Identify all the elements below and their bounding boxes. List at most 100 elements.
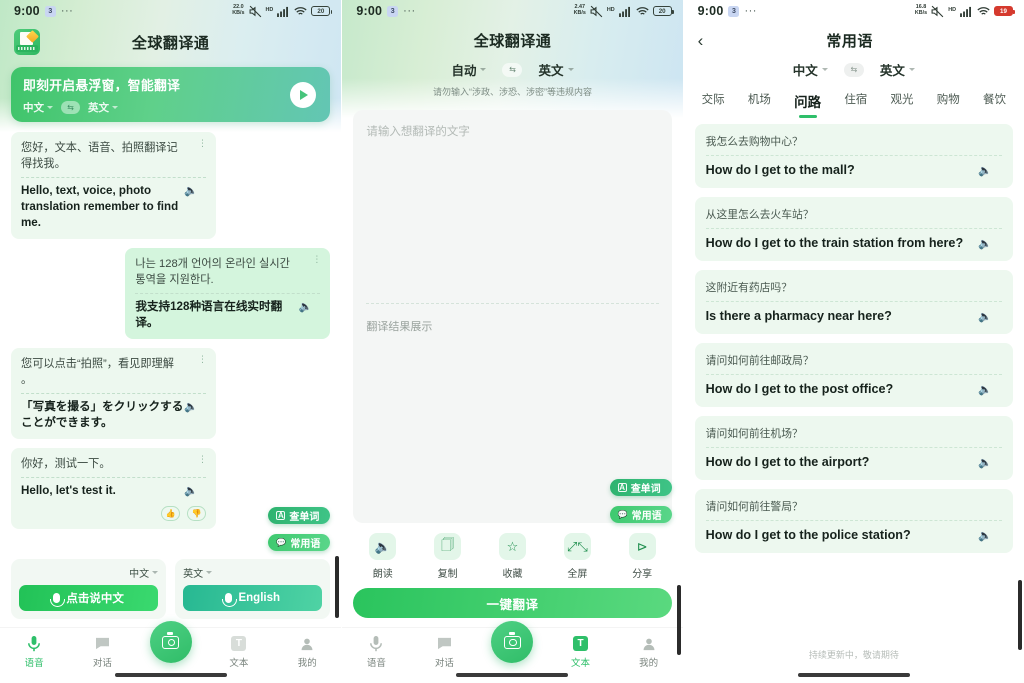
chat-bubble[interactable]: 나는 128개 언어의 온라인 실시간 통역을 지원한다. ⋮ 我支持128种语…: [125, 248, 331, 339]
thumbs-down-icon[interactable]: 👎: [187, 506, 206, 521]
source-lang-select[interactable]: 中文: [793, 60, 828, 79]
action-read-aloud[interactable]: 🔈 朗读: [350, 533, 415, 580]
tab-category-dining[interactable]: 餐饮: [983, 91, 1006, 118]
speaker-icon[interactable]: 🔈: [978, 237, 992, 250]
lookup-word-chip[interactable]: A 查单词: [268, 507, 331, 524]
thumbs-up-icon[interactable]: 👍: [161, 506, 180, 521]
translate-input[interactable]: 请输入想翻译的文字: [366, 123, 658, 139]
banner-target-lang-select[interactable]: 英文: [88, 100, 118, 115]
tab-category-directions[interactable]: 问路: [794, 91, 821, 118]
chevron-down-icon: [206, 571, 213, 574]
chat-bubble[interactable]: 您可以点击“拍照”，看见即理解 。 ⋮ 「写真を撮る」をクリックすることができま…: [11, 348, 216, 439]
speaker-icon[interactable]: 🔈: [978, 310, 992, 323]
list-footer-note: 持续更新中，敬请期待: [808, 650, 899, 660]
swap-icon[interactable]: ⇆: [843, 62, 864, 77]
dictionary-icon: A: [617, 482, 627, 492]
speaker-icon[interactable]: 🔈: [184, 184, 198, 197]
source-lang-select[interactable]: 自动: [451, 60, 487, 79]
speaker-icon[interactable]: 🔈: [184, 400, 198, 413]
phrasebook-chip[interactable]: 💬 常用语: [268, 534, 331, 551]
translate-button[interactable]: 一键翻译: [353, 588, 672, 618]
scrollbar[interactable]: [676, 585, 681, 655]
tab-dialogue[interactable]: 对话: [68, 635, 136, 669]
more-options-icon[interactable]: ⋮: [198, 139, 207, 148]
action-fullscreen[interactable]: ⤢⤡ 全屏: [545, 533, 610, 580]
tab-voice[interactable]: 语音: [342, 635, 410, 669]
speaker-icon[interactable]: 🔈: [978, 383, 992, 396]
network-speed-indicator: 16.8 KB/s: [914, 4, 928, 16]
phrase-list: 我怎么去购物中心？ How do I get to the mall? 🔈 从这…: [684, 118, 1024, 643]
list-item[interactable]: 从这里怎么去火车站？ How do I get to the train sta…: [694, 197, 1013, 261]
phrase-divider: [705, 155, 1002, 156]
speaker-icon[interactable]: 🔈: [184, 484, 198, 497]
status-more-dots-icon: ···: [744, 5, 757, 17]
more-options-icon[interactable]: ⋮: [198, 455, 207, 464]
tab-category-social[interactable]: 交际: [702, 91, 725, 118]
speak-source-lang-select[interactable]: 中文: [19, 565, 159, 580]
swap-icon[interactable]: ⇆: [502, 62, 523, 77]
speak-chinese-label: 点击说中文: [66, 593, 124, 605]
speak-chinese-button[interactable]: 点击说中文: [19, 585, 159, 611]
wifi-icon: [294, 6, 307, 17]
tab-category-shopping[interactable]: 购物: [937, 91, 960, 118]
status-left: 9:00 3 ···: [698, 4, 757, 18]
bubble-translated-text: 「写真を撮る」をクリックすることができます。: [21, 400, 184, 429]
scrollbar[interactable]: [1017, 580, 1022, 650]
speak-english-button[interactable]: English: [183, 585, 323, 611]
list-item[interactable]: 这附近有药店吗？ Is there a pharmacy near here? …: [694, 270, 1013, 334]
list-item[interactable]: 请问如何前往警局？ How do I get to the police sta…: [694, 489, 1013, 553]
camera-fab-button[interactable]: [149, 621, 192, 663]
phrase-divider: [705, 374, 1002, 375]
tab-text[interactable]: T 文本: [205, 635, 273, 669]
language-selector-row: 中文 ⇆ 英文: [684, 60, 1024, 79]
phrasebook-chip[interactable]: 💬 常用语: [609, 506, 672, 523]
share-icon: ⊳: [628, 533, 656, 560]
target-lang-select[interactable]: 英文: [880, 60, 915, 79]
speaker-icon[interactable]: 🔈: [978, 456, 992, 469]
speak-target-lang-select[interactable]: 英文: [183, 565, 322, 580]
more-options-icon[interactable]: ⋮: [198, 355, 207, 364]
list-item[interactable]: 请问如何前往邮政局？ How do I get to the post offi…: [694, 343, 1013, 407]
scrollbar[interactable]: [335, 556, 340, 618]
floating-window-banner[interactable]: 即刻开启悬浮窗，智能翻译 中文 ⇆ 英文: [11, 67, 331, 122]
tab-voice[interactable]: 语音: [0, 635, 68, 669]
tab-profile-label: 我的: [639, 658, 659, 669]
status-bar: 9:00 3 ··· 16.8 KB/s HD 19: [684, 0, 1024, 22]
status-time: 9:00: [697, 4, 724, 18]
speaker-icon[interactable]: 🔈: [978, 164, 992, 177]
hd-icon: HD: [948, 7, 956, 14]
lookup-word-chip[interactable]: A 查单词: [609, 479, 672, 496]
action-copy[interactable]: 🗍 复制: [415, 533, 480, 580]
wifi-icon: [636, 6, 649, 17]
category-tabs: 交际 机场 问路 住宿 观光 购物 餐饮: [684, 79, 1024, 118]
chat-bubble[interactable]: 你好，测试一下。 ⋮ Hello, let's test it. 🔈 👍 👎: [11, 448, 216, 529]
tab-profile[interactable]: 我的: [273, 635, 341, 669]
action-share[interactable]: ⊳ 分享: [610, 533, 675, 580]
list-item[interactable]: 我怎么去购物中心？ How do I get to the mall? 🔈: [694, 124, 1013, 188]
tab-category-accommodation[interactable]: 住宿: [844, 91, 867, 118]
phrasebook-chip-label: 常用语: [631, 511, 662, 522]
action-favorite[interactable]: ☆ 收藏: [480, 533, 545, 580]
speaker-icon[interactable]: 🔈: [299, 300, 313, 313]
three-panel-screenshot: 9:00 3 ··· 22.0 KB/s HD 20 全球翻译通 即刻开启悬浮窗…: [0, 0, 1024, 683]
tab-profile[interactable]: 我的: [615, 635, 683, 669]
speaker-icon[interactable]: 🔈: [978, 529, 992, 542]
banner-source-lang-select[interactable]: 中文: [23, 100, 53, 115]
translate-editor[interactable]: 请输入想翻译的文字 翻译结果展示: [353, 110, 672, 523]
swap-icon[interactable]: ⇆: [61, 100, 80, 114]
tab-dialogue[interactable]: 对话: [410, 635, 478, 669]
status-bar: 9:00 3 ··· 2.47 KB/s HD 20: [342, 0, 682, 22]
tab-text[interactable]: T 文本: [547, 635, 615, 669]
chat-bubble[interactable]: 您好，文本、语音、拍照翻译记得找我。 ⋮ Hello, text, voice,…: [11, 132, 216, 239]
camera-fab-button[interactable]: [491, 621, 534, 663]
tab-category-airport[interactable]: 机场: [748, 91, 771, 118]
tab-category-sightseeing[interactable]: 观光: [891, 91, 914, 118]
more-options-icon[interactable]: ⋮: [312, 255, 321, 264]
play-icon[interactable]: [290, 81, 317, 108]
target-lang-select[interactable]: 英文: [538, 60, 574, 79]
translate-result: 翻译结果展示: [366, 321, 433, 333]
home-indicator-area: [684, 663, 1024, 683]
list-item[interactable]: 请问如何前往机场？ How do I get to the airport? 🔈: [694, 416, 1013, 480]
network-speed-indicator: 22.0 KB/s: [232, 4, 245, 16]
source-lang-label: 中文: [792, 64, 818, 78]
